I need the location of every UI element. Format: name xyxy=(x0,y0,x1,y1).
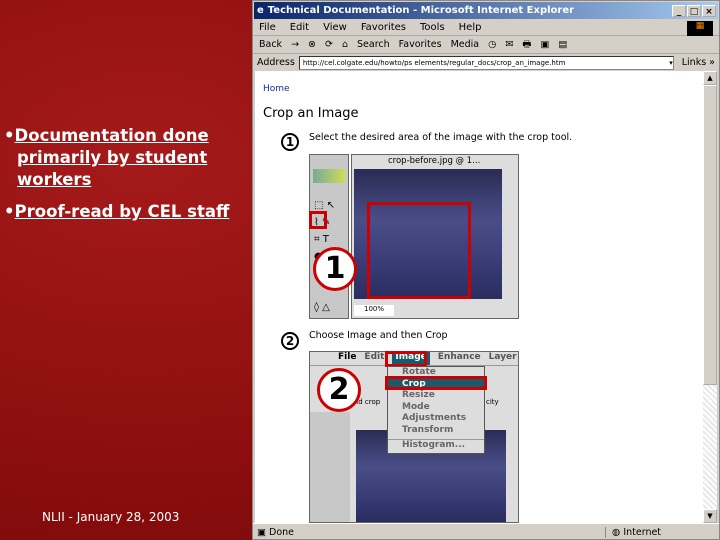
menu-help[interactable]: Help xyxy=(459,22,482,33)
forward-button[interactable]: → xyxy=(291,39,299,50)
browser-window: e Technical Documentation - Microsoft In… xyxy=(252,0,720,540)
slide-bullets: •Documentation done primarily by student… xyxy=(4,125,244,233)
page-content: Home Crop an Image 1 Select the desired … xyxy=(255,71,705,523)
dropdown-arrow-icon[interactable]: ▾ xyxy=(669,57,673,69)
menu-item-adjustments[interactable]: Adjustments xyxy=(388,413,484,425)
discuss-button[interactable]: ▤ xyxy=(558,39,567,50)
address-url: http://cel.colgate.edu/howto/ps elements… xyxy=(302,58,566,67)
edit-button[interactable]: ▣ xyxy=(540,39,549,50)
home-link[interactable]: Home xyxy=(263,84,290,94)
maximize-button[interactable]: □ xyxy=(687,4,701,17)
globe-icon: ◍ xyxy=(612,526,624,538)
page-title: Crop an Image xyxy=(263,106,359,121)
menu-view[interactable]: View xyxy=(323,22,347,33)
menu-file[interactable]: File xyxy=(338,352,356,365)
mail-button[interactable]: ✉ xyxy=(505,39,513,50)
links-button[interactable]: Links » xyxy=(678,57,719,68)
menu-item-resize[interactable]: Resize xyxy=(388,390,484,402)
address-bar: Address http://cel.colgate.edu/howto/ps … xyxy=(253,54,719,71)
menu-edit[interactable]: Edit xyxy=(364,352,384,365)
media-button[interactable]: Media xyxy=(451,39,480,50)
menu-favorites[interactable]: Favorites xyxy=(361,22,406,33)
scroll-thumb[interactable] xyxy=(703,85,717,385)
callout-1: 1 xyxy=(313,247,357,291)
crop-item-highlight xyxy=(385,376,487,390)
menu-item-histogram[interactable]: Histogram... xyxy=(388,439,484,451)
bullet: •Documentation done primarily by student… xyxy=(4,126,209,189)
favorites-button[interactable]: Favorites xyxy=(399,39,442,50)
scroll-down-icon[interactable]: ▼ xyxy=(703,509,717,523)
bullet: •Proof-read by CEL staff xyxy=(4,202,230,221)
print-button[interactable]: 🖶 xyxy=(522,37,531,53)
close-button[interactable]: × xyxy=(702,4,716,17)
minimize-button[interactable]: _ xyxy=(672,4,686,17)
step-text: Choose Image and then Crop xyxy=(309,330,448,341)
status-bar: ▣ Done ◍ Internet xyxy=(253,523,719,540)
back-button[interactable]: Back xyxy=(259,39,282,50)
history-button[interactable]: ◷ xyxy=(488,39,496,50)
window-title: Technical Documentation - Microsoft Inte… xyxy=(267,5,575,16)
crop-area-highlight xyxy=(367,202,471,299)
vertical-scrollbar[interactable]: ▲ ▼ xyxy=(703,71,717,523)
menu-item-transform[interactable]: Transform xyxy=(388,425,484,437)
callout-2: 2 xyxy=(317,368,361,412)
crop-tool-highlight xyxy=(309,211,327,229)
menu-tools[interactable]: Tools xyxy=(420,22,445,33)
step-number: 1 xyxy=(281,133,299,151)
image-menu-highlight xyxy=(385,351,427,367)
home-button[interactable]: ⌂ xyxy=(342,39,348,50)
search-button[interactable]: Search xyxy=(357,39,390,50)
menu-enhance[interactable]: Enhance xyxy=(438,352,481,365)
security-zone: ◍ Internet xyxy=(605,526,705,538)
menu-item-mode[interactable]: Mode xyxy=(388,402,484,414)
menu-file[interactable]: File xyxy=(259,22,276,33)
status-text: Done xyxy=(269,526,294,538)
page-icon: ▣ xyxy=(257,526,269,538)
toolbar: Back → ⊗ ⟳ ⌂ Search Favorites Media ◷ ✉ … xyxy=(253,36,719,54)
toolbox-panel xyxy=(310,412,350,522)
scroll-up-icon[interactable]: ▲ xyxy=(703,71,717,85)
opacity-label: city xyxy=(486,398,499,406)
toolbox-panel: ⬚ ↖⌇ ✎⌗ T● ▦ ◊ △ xyxy=(309,154,349,319)
menu-bar: File Edit View Favorites Tools Help ▦ xyxy=(253,20,719,36)
address-input[interactable]: http://cel.colgate.edu/howto/ps elements… xyxy=(298,55,674,70)
ie-icon: e xyxy=(257,5,264,16)
toolbox-logo xyxy=(313,169,345,183)
image-window-title: crop-before.jpg @ 1... xyxy=(388,156,481,166)
stop-button[interactable]: ⊗ xyxy=(308,39,316,50)
title-bar: e Technical Documentation - Microsoft In… xyxy=(254,2,718,19)
windows-logo-icon: ▦ xyxy=(687,21,713,36)
zone-text: Internet xyxy=(623,526,662,538)
refresh-button[interactable]: ⟳ xyxy=(325,39,333,50)
zoom-level: 100% xyxy=(354,305,394,316)
step-number: 2 xyxy=(281,332,299,350)
menu-edit[interactable]: Edit xyxy=(290,22,309,33)
menu-layer[interactable]: Layer xyxy=(489,352,517,365)
slide-footer: NLII - January 28, 2003 xyxy=(42,510,180,524)
step-text: Select the desired area of the image wit… xyxy=(309,132,573,143)
address-label: Address xyxy=(257,57,295,68)
